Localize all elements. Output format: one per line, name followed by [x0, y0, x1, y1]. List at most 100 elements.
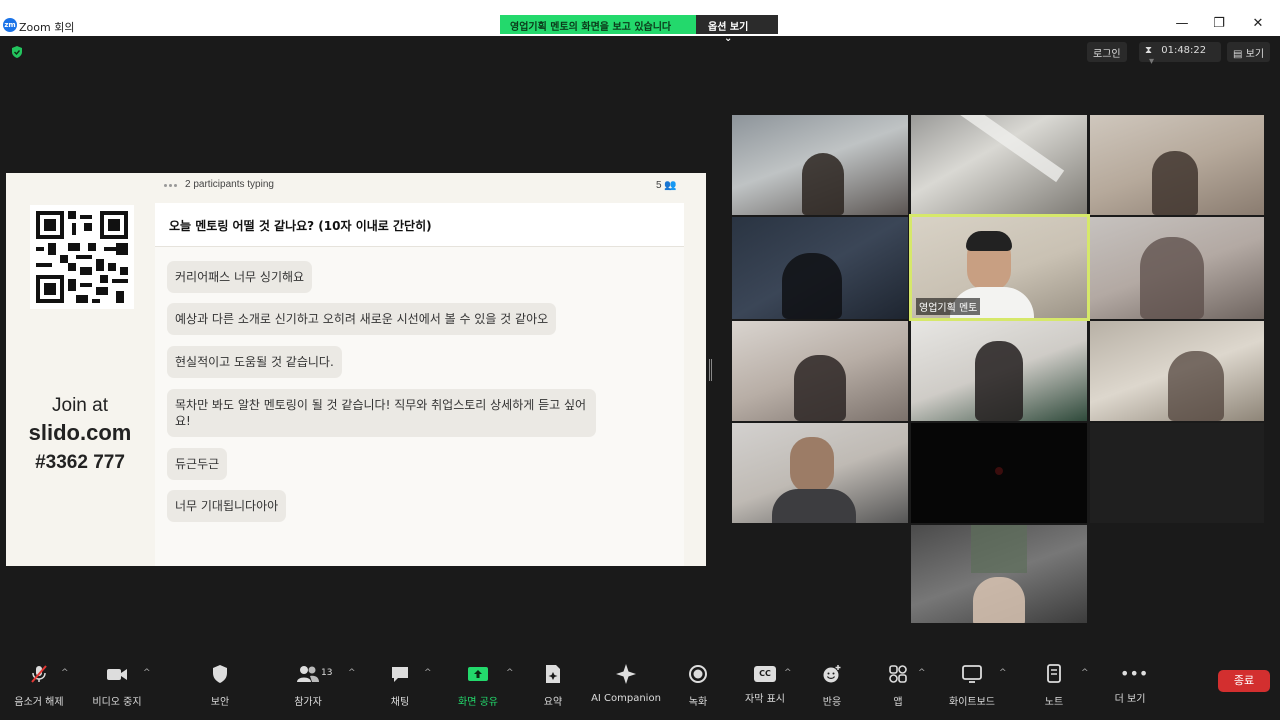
- stop-video-button[interactable]: 비디오 중지: [88, 664, 146, 708]
- video-tile[interactable]: [732, 423, 908, 523]
- more-label: 더 보기: [1114, 694, 1146, 705]
- share-screen-label: 화면 공유: [458, 697, 498, 708]
- active-speaker-tile[interactable]: 영업기획 멘토: [909, 214, 1090, 321]
- participants-icon: [297, 666, 319, 682]
- unmute-button[interactable]: 음소거 해제: [10, 664, 68, 708]
- view-button[interactable]: ▤ 보기: [1227, 42, 1271, 62]
- minimize-button[interactable]: —: [1172, 14, 1192, 34]
- whiteboard-options-caret-icon[interactable]: ^: [999, 668, 1007, 678]
- join-info: Join at slido.com #3362 777: [6, 395, 154, 474]
- chevron-down-icon: ▾: [1149, 56, 1155, 67]
- whiteboard-button[interactable]: 화이트보드: [944, 664, 1000, 708]
- notes-label: 노트: [1044, 697, 1064, 708]
- security-button[interactable]: 보안: [200, 664, 240, 708]
- record-label: 녹화: [688, 697, 708, 708]
- video-tile[interactable]: [911, 525, 1087, 623]
- video-camera-icon: [107, 669, 127, 680]
- title-bar: zm Zoom 회의 영업기획 멘토의 화면을 보고 있습니다 옵션 보기 ⌄ …: [0, 0, 1280, 44]
- sparkle-icon: [616, 664, 636, 684]
- share-banner: 영업기획 멘토의 화면을 보고 있습니다 옵션 보기 ⌄: [500, 15, 778, 44]
- record-button[interactable]: 녹화: [680, 664, 716, 708]
- summary-label: 요약: [543, 697, 563, 708]
- typing-text: 2 participants typing: [185, 179, 274, 190]
- video-tile[interactable]: [1090, 321, 1264, 421]
- stop-video-label: 비디오 중지: [92, 697, 142, 708]
- apps-options-caret-icon[interactable]: ^: [918, 668, 926, 678]
- share-screen-button[interactable]: 화면 공유: [454, 664, 502, 708]
- participants-options-caret-icon[interactable]: ^: [348, 668, 356, 678]
- meeting-timer[interactable]: ⧗ 01:48:22 ▾: [1139, 42, 1221, 67]
- view-options-button[interactable]: 옵션 보기 ⌄: [696, 15, 778, 44]
- video-tile[interactable]: [1090, 217, 1264, 319]
- participant-count: 5 👥: [656, 180, 677, 191]
- window-title: Zoom 회의: [19, 21, 75, 34]
- ai-companion-button[interactable]: AI Companion: [590, 664, 662, 704]
- chevron-down-icon: ⌄: [724, 33, 733, 44]
- view-label: 보기: [1245, 49, 1265, 60]
- video-tile[interactable]: [732, 217, 908, 319]
- response-bubble: 듀근두근: [167, 448, 228, 480]
- chat-button[interactable]: 채팅: [380, 664, 420, 708]
- captions-label: 자막 표시: [745, 694, 785, 705]
- shield-icon: [213, 665, 227, 683]
- panel-resize-handle[interactable]: [709, 359, 712, 381]
- apps-label: 앱: [893, 697, 903, 708]
- responses-panel: 오늘 멘토링 어떨 것 같나요? (10자 이내로 간단히) 커리어패스 너무 …: [155, 203, 684, 566]
- notes-options-caret-icon[interactable]: ^: [1081, 668, 1089, 678]
- timer-value: 01:48:22: [1161, 45, 1207, 56]
- share-screen-icon: [468, 667, 488, 681]
- video-tile-off[interactable]: [1090, 423, 1264, 523]
- typing-indicator: 2 participants typing: [164, 179, 274, 190]
- captions-options-caret-icon[interactable]: ^: [784, 668, 792, 678]
- video-tile[interactable]: [1090, 115, 1264, 215]
- join-at-text: Join at: [52, 395, 108, 416]
- response-bubble: 너무 기대됩니다아아: [167, 490, 287, 522]
- microphone-muted-icon: [31, 665, 47, 683]
- chat-options-caret-icon[interactable]: ^: [424, 668, 432, 678]
- end-meeting-button[interactable]: 종료: [1218, 670, 1270, 692]
- view-options-label: 옵션 보기: [708, 22, 749, 33]
- encryption-shield-icon[interactable]: [10, 45, 24, 59]
- meeting-toolbar: 음소거 해제 ^ 비디오 중지 ^ 보안 참가자 13 ^ 채팅 ^ 화면 공유…: [0, 660, 1280, 720]
- video-tile[interactable]: [732, 115, 908, 215]
- restore-button[interactable]: ❐: [1209, 14, 1229, 34]
- speaker-name: 영업기획 멘토: [916, 298, 981, 315]
- response-bubble: 현실적이고 도움될 것 같습니다.: [167, 346, 342, 378]
- reactions-button[interactable]: 반응: [814, 664, 850, 708]
- unmute-label: 음소거 해제: [14, 697, 64, 708]
- video-options-caret-icon[interactable]: ^: [143, 668, 151, 678]
- video-tile-off[interactable]: [911, 423, 1087, 523]
- more-button[interactable]: ••• 더 보기: [1110, 664, 1150, 705]
- reactions-label: 반응: [822, 697, 842, 708]
- video-tile[interactable]: [732, 321, 908, 421]
- chat-label: 채팅: [390, 697, 410, 708]
- video-tile[interactable]: [911, 321, 1087, 421]
- audio-options-caret-icon[interactable]: ^: [61, 668, 69, 678]
- people-icon: 👥: [664, 180, 677, 191]
- security-label: 보안: [210, 697, 230, 708]
- share-options-caret-icon[interactable]: ^: [506, 668, 514, 678]
- login-button[interactable]: 로그인: [1087, 42, 1127, 62]
- captions-button[interactable]: CC 자막 표시: [740, 664, 790, 705]
- participant-count-value: 5: [656, 180, 662, 191]
- response-bubble: 목차만 봐도 알찬 멘토링이 될 것 같습니다! 직무와 취업스토리 상세하게 …: [167, 389, 596, 437]
- join-url: slido.com: [28, 420, 132, 445]
- record-icon: [689, 665, 707, 683]
- more-dots-icon: •••: [1120, 664, 1149, 683]
- apps-icon: [889, 665, 907, 683]
- close-button[interactable]: ✕: [1248, 14, 1268, 34]
- participant-count-badge: 13: [321, 668, 333, 678]
- poll-question: 오늘 멘토링 어떨 것 같나요? (10자 이내로 간단히): [155, 203, 684, 247]
- event-code: #3362 777: [35, 452, 125, 473]
- notes-button[interactable]: 노트: [1038, 664, 1070, 708]
- chat-bubble-icon: [392, 667, 408, 682]
- summary-document-icon: [546, 665, 560, 683]
- apps-button[interactable]: 앱: [883, 664, 913, 708]
- summary-button[interactable]: 요약: [535, 664, 571, 708]
- grid-view-icon: ▤: [1233, 49, 1243, 60]
- response-bubble: 예상과 다른 소개로 신기하고 오히려 새로운 시선에서 볼 수 있을 것 같아…: [167, 303, 557, 335]
- shared-screen: 2 participants typing 5 👥 Join at slido.…: [6, 173, 706, 566]
- notes-icon: [1047, 664, 1061, 683]
- typing-dots-icon: [164, 179, 179, 190]
- video-tile[interactable]: [911, 115, 1087, 215]
